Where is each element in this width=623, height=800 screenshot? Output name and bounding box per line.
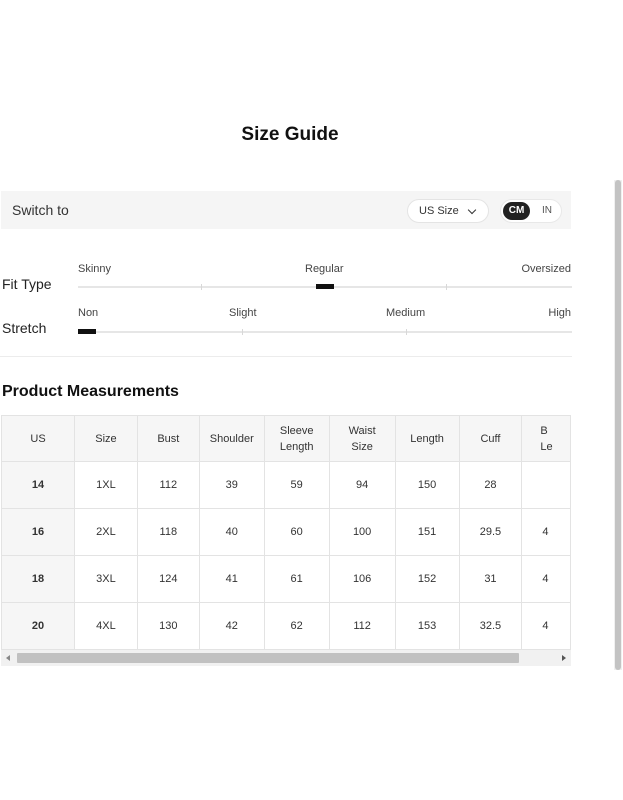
switch-label: Switch to: [12, 202, 69, 218]
stretch-track: [78, 329, 572, 335]
column-header: Shoulder: [198, 415, 265, 462]
column-header: Waist Size: [328, 415, 396, 462]
table-cell: 62: [263, 602, 330, 650]
table-cell: 4: [521, 602, 571, 650]
table-cell: 39: [198, 461, 265, 509]
section-divider: [0, 356, 572, 357]
column-header: Bust: [136, 415, 200, 462]
fit-type-track: [78, 284, 572, 290]
fit-option-oversized: Oversized: [521, 263, 571, 275]
measurements-table-scroll[interactable]: US Size Bust Shoulder Sleeve Length Wais…: [1, 415, 571, 650]
table-cell: 16: [1, 508, 76, 556]
table-cell: 153: [394, 602, 460, 650]
fit-option-regular: Regular: [305, 263, 344, 275]
measurements-table: US Size Bust Shoulder Sleeve Length Wais…: [1, 415, 571, 650]
table-cell: 40: [198, 508, 265, 556]
stretch-row: Stretch Non Slight Medium High: [0, 306, 572, 346]
stretch-tick: [406, 329, 407, 335]
table-cell: 124: [136, 555, 200, 603]
stretch-option-non: Non: [78, 307, 99, 319]
column-header: B Le: [521, 415, 571, 462]
table-cell: 59: [263, 461, 330, 509]
table-cell: 112: [136, 461, 200, 509]
size-system-value: US Size: [419, 205, 459, 217]
unit-in-button[interactable]: IN: [536, 202, 558, 220]
size-system-select[interactable]: US Size: [407, 199, 489, 223]
fit-tick: [446, 284, 447, 290]
table-cell: 60: [263, 508, 330, 556]
table-cell: 100: [328, 508, 396, 556]
page-title: Size Guide: [241, 124, 339, 145]
table-cell: 106: [328, 555, 396, 603]
table-cell: 152: [394, 555, 460, 603]
stretch-option-medium: Medium: [386, 307, 426, 319]
table-cell: 118: [136, 508, 200, 556]
table-cell: 112: [328, 602, 396, 650]
table-cell: 94: [328, 461, 396, 509]
measurements-title: Product Measurements: [2, 383, 179, 400]
table-row: 16 2XL 118 40 60 100 151 29.5 4: [1, 508, 571, 556]
stretch-label: Stretch: [2, 320, 47, 336]
table-cell: 32.5: [458, 602, 523, 650]
stretch-tick: [242, 329, 243, 335]
fit-type-row: Fit Type Skinny Regular Oversized: [0, 262, 572, 302]
table-cell: 28: [458, 461, 523, 509]
table-cell: 4XL: [74, 602, 138, 650]
table-cell: 2XL: [74, 508, 138, 556]
table-cell: 18: [1, 555, 76, 603]
arrow-right-icon[interactable]: [562, 655, 566, 661]
column-header: US: [1, 415, 76, 462]
table-cell: 151: [394, 508, 460, 556]
table-cell: 14: [1, 461, 76, 509]
table-cell: 42: [198, 602, 265, 650]
table-cell: 130: [136, 602, 200, 650]
unit-cm-button[interactable]: CM: [503, 202, 530, 220]
stretch-option-slight: Slight: [229, 307, 257, 319]
unit-toggle: CM IN: [500, 199, 562, 223]
vertical-scrollbar[interactable]: [614, 180, 622, 670]
table-cell: [521, 461, 571, 509]
table-cell: 31: [458, 555, 523, 603]
table-row: 18 3XL 124 41 61 106 152 31 4: [1, 555, 571, 603]
horizontal-scroll-thumb[interactable]: [17, 653, 519, 663]
table-row: 20 4XL 130 42 62 112 153 32.5 4: [1, 602, 571, 650]
table-cell: 4: [521, 508, 571, 556]
fit-type-label: Fit Type: [2, 276, 52, 292]
table-header-row: US Size Bust Shoulder Sleeve Length Wais…: [1, 415, 571, 462]
column-header: Length: [394, 415, 460, 462]
table-cell: 150: [394, 461, 460, 509]
chevron-down-icon: [467, 205, 477, 215]
column-header: Size: [74, 415, 138, 462]
vertical-scroll-thumb[interactable]: [615, 180, 621, 670]
switch-bar: Switch to US Size CM IN: [1, 191, 571, 229]
table-cell: 41: [198, 555, 265, 603]
table-cell: 61: [263, 555, 330, 603]
horizontal-scrollbar[interactable]: [1, 650, 571, 666]
fit-tick: [201, 284, 202, 290]
table-cell: 29.5: [458, 508, 523, 556]
column-header: Cuff: [458, 415, 523, 462]
table-cell: 3XL: [74, 555, 138, 603]
table-cell: 1XL: [74, 461, 138, 509]
stretch-option-high: High: [548, 307, 571, 319]
table-cell: 4: [521, 555, 571, 603]
table-cell: 20: [1, 602, 76, 650]
column-header: Sleeve Length: [263, 415, 330, 462]
table-row: 14 1XL 112 39 59 94 150 28: [1, 461, 571, 509]
arrow-left-icon[interactable]: [6, 655, 10, 661]
stretch-marker: [78, 329, 96, 334]
fit-option-skinny: Skinny: [78, 263, 112, 275]
fit-type-marker: [316, 284, 334, 289]
